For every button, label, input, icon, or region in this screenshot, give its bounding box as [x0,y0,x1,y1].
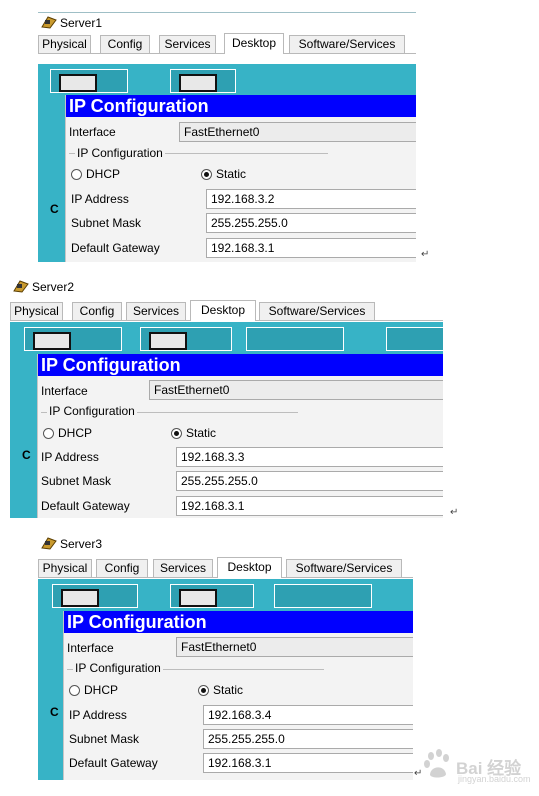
dhcp-radio[interactable] [71,169,82,180]
tab-services[interactable]: Services [153,559,213,577]
ip-config-dialog: IP Configuration Interface FastEthernet0… [37,354,443,518]
ip-address-field[interactable]: 192.168.3.2 [206,189,416,209]
window-title-bar: Server1 [38,12,416,34]
tab-config[interactable]: Config [96,559,148,577]
subnet-mask-field[interactable]: 255.255.255.0 [206,213,416,233]
window-icon [179,74,217,92]
tab-desktop[interactable]: Desktop [224,33,284,54]
static-label: Static [186,426,217,440]
tab-config[interactable]: Config [72,302,122,320]
subnet-mask-label: Subnet Mask [69,732,140,746]
ip-address-label: IP Address [69,708,127,722]
ip-address-field[interactable]: 192.168.3.3 [176,447,443,467]
side-label: C [50,202,59,216]
server-icon [13,280,29,293]
return-mark: ↵ [450,507,459,518]
default-gateway-field[interactable]: 192.168.3.1 [176,496,443,516]
desktop-tile[interactable] [170,69,236,93]
tab-bar: Physical Config Services Desktop Softwar… [10,300,443,321]
default-gateway-field[interactable]: 192.168.3.1 [206,238,416,258]
dhcp-label: DHCP [58,426,93,440]
desktop-tile[interactable] [274,584,372,608]
window-title-bar: Server3 [38,533,413,555]
static-radio[interactable] [171,428,182,439]
watermark-subtext: jingyan.baidu.com [458,774,531,784]
tab-services[interactable]: Services [159,35,216,53]
side-label: C [22,448,31,462]
interface-label: Interface [67,641,114,655]
group-title: IP Configuration [75,146,165,160]
interface-label: Interface [69,125,116,139]
tab-physical[interactable]: Physical [10,302,63,320]
server-icon [41,537,57,550]
baidu-watermark: Bai 经验 jingyan.baidu.com [418,740,538,790]
dhcp-radio[interactable] [43,428,54,439]
interface-label: Interface [41,384,88,398]
side-label: C [50,705,59,719]
dhcp-label: DHCP [86,167,121,181]
tab-software-services[interactable]: Software/Services [259,302,375,320]
default-gateway-label: Default Gateway [41,499,130,513]
static-radio[interactable] [201,169,212,180]
window-title: Server3 [60,537,103,551]
ip-address-label: IP Address [71,192,129,206]
tab-software-services[interactable]: Software/Services [286,559,402,577]
ip-config-heading: IP Configuration [66,95,416,117]
return-mark: ↵ [421,249,430,260]
interface-select[interactable]: FastEthernet0 [149,380,443,400]
static-label: Static [213,683,244,697]
subnet-mask-field[interactable]: 255.255.255.0 [176,471,443,491]
desktop-tile[interactable] [24,327,122,351]
tab-desktop[interactable]: Desktop [190,300,256,321]
ip-config-heading: IP Configuration [38,354,443,376]
desktop-tile[interactable] [386,327,443,351]
desktop-tile[interactable] [50,69,128,93]
window-icon [179,589,217,607]
tab-desktop[interactable]: Desktop [217,557,282,578]
server1-panel: Server1 Physical Config Services Desktop… [38,12,416,262]
ip-address-label: IP Address [41,450,99,464]
desktop-tile[interactable] [140,327,232,351]
tab-config[interactable]: Config [100,35,150,53]
desktop-tile[interactable] [246,327,344,351]
dhcp-label: DHCP [84,683,119,697]
ip-config-heading: IP Configuration [64,611,413,633]
default-gateway-label: Default Gateway [69,756,158,770]
window-title: Server1 [60,16,103,30]
window-icon [33,332,71,350]
window-title-bar: Server2 [10,276,443,298]
static-radio[interactable] [198,685,209,696]
tab-bar: Physical Config Services Desktop Softwar… [38,557,413,578]
tab-services[interactable]: Services [126,302,186,320]
server3-panel: Server3 Physical Config Services Desktop… [38,533,413,780]
server-icon [41,16,57,29]
desktop-tile[interactable] [170,584,254,608]
interface-select[interactable]: FastEthernet0 [179,122,416,142]
group-title: IP Configuration [47,404,137,418]
default-gateway-field[interactable]: 192.168.3.1 [203,753,413,773]
desktop-tile[interactable] [52,584,138,608]
group-title: IP Configuration [73,661,163,675]
subnet-mask-label: Subnet Mask [41,474,112,488]
server2-panel: Server2 Physical Config Services Desktop… [10,276,443,518]
default-gateway-label: Default Gateway [71,241,160,255]
window-icon [61,589,99,607]
tab-bar: Physical Config Services Desktop Softwar… [38,33,416,54]
interface-select[interactable]: FastEthernet0 [176,637,413,657]
ip-config-dialog: IP Configuration Interface FastEthernet0… [63,611,413,780]
static-label: Static [216,167,247,181]
dhcp-radio[interactable] [69,685,80,696]
ip-config-dialog: IP Configuration Interface FastEthernet0… [65,95,416,262]
subnet-mask-field[interactable]: 255.255.255.0 [203,729,413,749]
window-icon [59,74,97,92]
tab-physical[interactable]: Physical [38,559,92,577]
tab-physical[interactable]: Physical [38,35,91,53]
window-icon [149,332,187,350]
ip-address-field[interactable]: 192.168.3.4 [203,705,413,725]
tab-software-services[interactable]: Software/Services [289,35,405,53]
paw-logo [424,749,449,778]
window-title: Server2 [32,280,75,294]
subnet-mask-label: Subnet Mask [71,216,142,230]
